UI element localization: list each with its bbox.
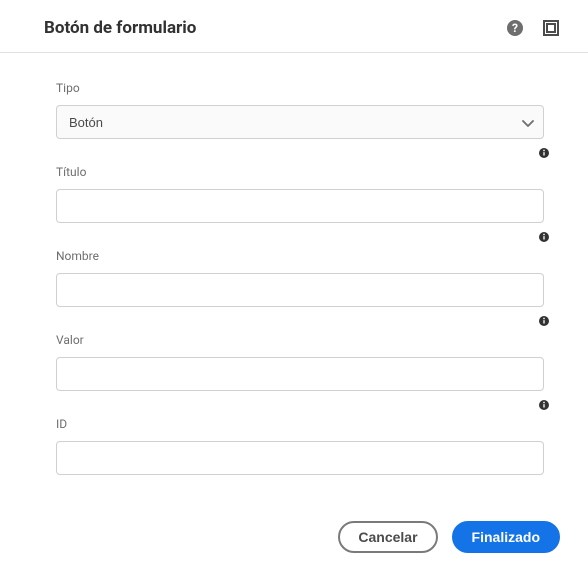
dialog: Botón de formulario ? Tipo [0,0,588,573]
field-type: Tipo [56,81,544,139]
help-icon[interactable]: ? [506,19,524,37]
field-value: Valor [56,333,544,391]
field-id: ID [56,417,544,475]
info-icon[interactable] [538,147,550,159]
info-icon[interactable] [538,399,550,411]
dialog-title: Botón de formulario [44,18,196,38]
dialog-content: Tipo Título Nombre [0,53,588,509]
dialog-header: Botón de formulario ? [0,0,588,53]
label-value: Valor [56,333,544,347]
dialog-footer: Cancelar Finalizado [0,509,588,573]
select-type[interactable] [56,105,544,139]
cancel-button[interactable]: Cancelar [338,521,437,553]
select-wrapper-type [56,105,544,139]
svg-text:?: ? [512,21,518,35]
label-name: Nombre [56,249,544,263]
label-type: Tipo [56,81,544,95]
label-id: ID [56,417,544,431]
fullscreen-icon[interactable] [542,19,560,37]
done-button[interactable]: Finalizado [452,521,560,553]
field-name: Nombre [56,249,544,307]
input-name[interactable] [56,273,544,307]
info-icon[interactable] [538,231,550,243]
label-title: Título [56,165,544,179]
info-icon[interactable] [538,315,550,327]
input-id[interactable] [56,441,544,475]
header-actions: ? [506,19,560,37]
input-title[interactable] [56,189,544,223]
field-title: Título [56,165,544,223]
input-value[interactable] [56,357,544,391]
